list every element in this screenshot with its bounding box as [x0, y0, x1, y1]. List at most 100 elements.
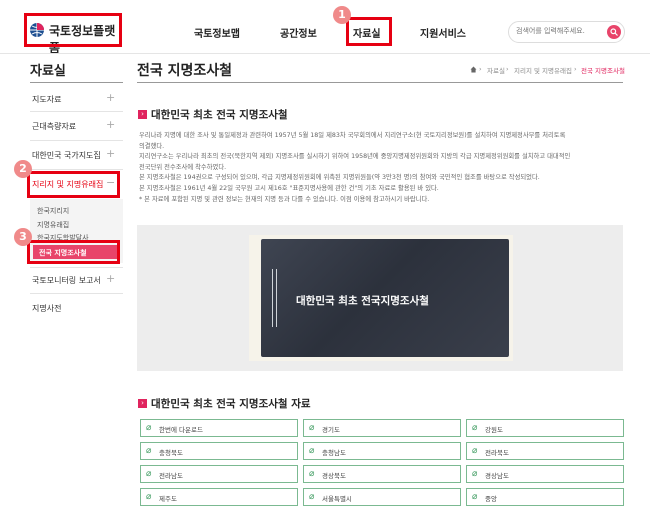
intro-paragraph-line: 전국단위 전수조사에 착수하였다. [139, 163, 227, 171]
paperclip-icon: ⌀ [146, 492, 152, 502]
download-button-jeonbuk[interactable]: ⌀ 전라북도 [466, 442, 624, 460]
title-divider [137, 82, 623, 83]
intro-paragraph-line: 우리나라 지명에 대한 조사 및 통일제정과 관련하여 1957년 5월 18일… [139, 132, 566, 139]
paperclip-icon: ⌀ [146, 423, 152, 433]
paperclip-icon: ⌀ [146, 469, 152, 479]
plus-icon: + [106, 91, 116, 104]
nav-item-spatial-info[interactable]: 공간정보 [280, 25, 317, 40]
section-marker-icon: › [138, 399, 147, 408]
sidebar-item-place-dictionary[interactable]: 지명사전 [30, 300, 123, 317]
page-title: 전국 지명조사철 [137, 63, 233, 79]
sidebar-item-label: 대한민국 국가지도집 [32, 151, 101, 160]
paperclip-icon: ⌀ [472, 469, 478, 479]
paperclip-icon: ⌀ [146, 446, 152, 456]
paperclip-icon: ⌀ [472, 446, 478, 456]
paperclip-icon: ⌀ [472, 423, 478, 433]
sidebar-divider [30, 111, 123, 112]
home-icon[interactable] [470, 66, 477, 73]
highlight-box-archive [346, 17, 392, 46]
sidebar-divider [30, 293, 123, 294]
sidebar-item-national-atlas[interactable]: 대한민국 국가지도집 + [30, 147, 123, 164]
download-button-chungnam[interactable]: ⌀ 충청남도 [303, 442, 461, 460]
step-badge-1: 1 [333, 6, 351, 24]
breadcrumb: › 자료실 › 지리지 및 지명유래집 › 전국 지명조사철 [470, 65, 630, 75]
search-input[interactable] [516, 25, 596, 37]
download-label: 강원도 [485, 426, 503, 434]
nav-item-map[interactable]: 국토정보맵 [194, 25, 240, 40]
chevron-right-icon: › [479, 65, 482, 73]
search-button[interactable] [607, 25, 621, 39]
nav-item-support[interactable]: 지원서비스 [420, 25, 466, 40]
search-icon [610, 28, 618, 36]
sidebar-item-label: 지도자료 [32, 95, 62, 104]
step-badge-3: 3 [14, 228, 32, 246]
download-label: 중앙 [485, 495, 497, 503]
paperclip-icon: ⌀ [309, 446, 315, 456]
breadcrumb-item[interactable]: 지리지 및 지명유래집 [514, 65, 572, 75]
chevron-right-icon: › [506, 65, 509, 73]
intro-paragraph-line: 본 지명조사철은 194권으로 구성되어 있으며, 각급 지명제정위원회에 위촉… [139, 174, 540, 182]
sidebar-item-monitoring-report[interactable]: 국토모니터링 보고서 + [30, 272, 123, 289]
sidebar-divider [30, 169, 123, 170]
submenu-item-toponymy-origins[interactable]: 지명유래집 [37, 220, 69, 230]
download-label: 경상남도 [485, 472, 509, 480]
paperclip-icon: ⌀ [472, 492, 478, 502]
download-button-seoul[interactable]: ⌀ 서울특별시 [303, 488, 461, 506]
download-label: 충청북도 [159, 449, 183, 457]
plus-icon: + [106, 272, 116, 285]
sidebar-item-label: 근대측량자료 [32, 122, 77, 131]
intro-text: 우리나라 지명에 대한 조사 및 통일제정과 관련하여 1957년 5월 18일… [139, 131, 629, 205]
sidebar-item-modern-survey[interactable]: 근대측량자료 + [30, 118, 123, 135]
highlight-box-toponymy [27, 171, 120, 198]
paperclip-icon: ⌀ [309, 469, 315, 479]
sidebar-title-underline [30, 82, 123, 83]
download-label: 경상북도 [322, 472, 346, 480]
chevron-right-icon: › [574, 65, 577, 73]
binding-line [276, 269, 277, 327]
submenu-item-korea-geography[interactable]: 한국지리지 [37, 206, 69, 216]
download-button-gyeongnam[interactable]: ⌀ 경상남도 [466, 465, 624, 483]
download-grid: ⌀ 한번에 다운로드 ⌀ 경기도 ⌀ 강원도 ⌀ 충청북도 ⌀ 충청남도 ⌀ 전… [140, 419, 624, 509]
paperclip-icon: ⌀ [309, 492, 315, 502]
plus-icon: + [106, 147, 116, 160]
download-label: 경기도 [322, 426, 340, 434]
step-badge-2: 2 [14, 160, 32, 178]
sidebar-divider [30, 267, 123, 268]
download-label: 서울특별시 [322, 495, 352, 503]
download-button-gyeonggi[interactable]: ⌀ 경기도 [303, 419, 461, 437]
image-caption: 대한민국 최초 전국지명조사철 [296, 295, 429, 307]
search-bar[interactable] [508, 21, 625, 43]
download-button-gyeongbuk[interactable]: ⌀ 경상북도 [303, 465, 461, 483]
section-heading: 대한민국 최초 전국 지명조사철 [151, 109, 288, 121]
download-label: 한번에 다운로드 [159, 426, 203, 434]
breadcrumb-item[interactable]: 자료실 [487, 65, 505, 75]
download-label: 전라남도 [159, 472, 183, 480]
sidebar-item-label: 지명사전 [32, 304, 62, 313]
paperclip-icon: ⌀ [309, 423, 315, 433]
section-marker-icon: › [138, 110, 147, 119]
survey-book-image: 대한민국 최초 전국지명조사철 [249, 235, 513, 361]
download-button-gangwon[interactable]: ⌀ 강원도 [466, 419, 624, 437]
download-label: 충청남도 [322, 449, 346, 457]
download-button-chungbuk[interactable]: ⌀ 충청북도 [140, 442, 298, 460]
highlight-box-survey [27, 240, 120, 264]
sidebar-title: 자료실 [30, 64, 66, 79]
header-divider [0, 53, 650, 54]
plus-icon: + [106, 118, 116, 131]
section-heading: 대한민국 최초 전국 지명조사철 자료 [151, 398, 311, 410]
sidebar-divider [30, 140, 123, 141]
intro-paragraph-line: * 본 자료에 포함된 지명 및 관련 정보는 현재의 지명 등과 다를 수 있… [139, 195, 430, 203]
binding-line [272, 269, 273, 327]
image-panel: 대한민국 최초 전국지명조사철 [137, 225, 623, 371]
intro-paragraph-line: 의결했다. [139, 142, 165, 150]
sidebar-item-map-data[interactable]: 지도자료 + [30, 91, 123, 108]
sidebar-item-label: 국토모니터링 보고서 [32, 276, 101, 285]
download-label: 제주도 [159, 495, 177, 503]
download-button-central[interactable]: ⌀ 중앙 [466, 488, 624, 506]
download-button-jeonnam[interactable]: ⌀ 전라남도 [140, 465, 298, 483]
download-label: 전라북도 [485, 449, 509, 457]
breadcrumb-current: 전국 지명조사철 [581, 67, 625, 75]
download-button-jeju[interactable]: ⌀ 제주도 [140, 488, 298, 506]
highlight-box-logo [24, 13, 122, 47]
download-all-button[interactable]: ⌀ 한번에 다운로드 [140, 419, 298, 437]
